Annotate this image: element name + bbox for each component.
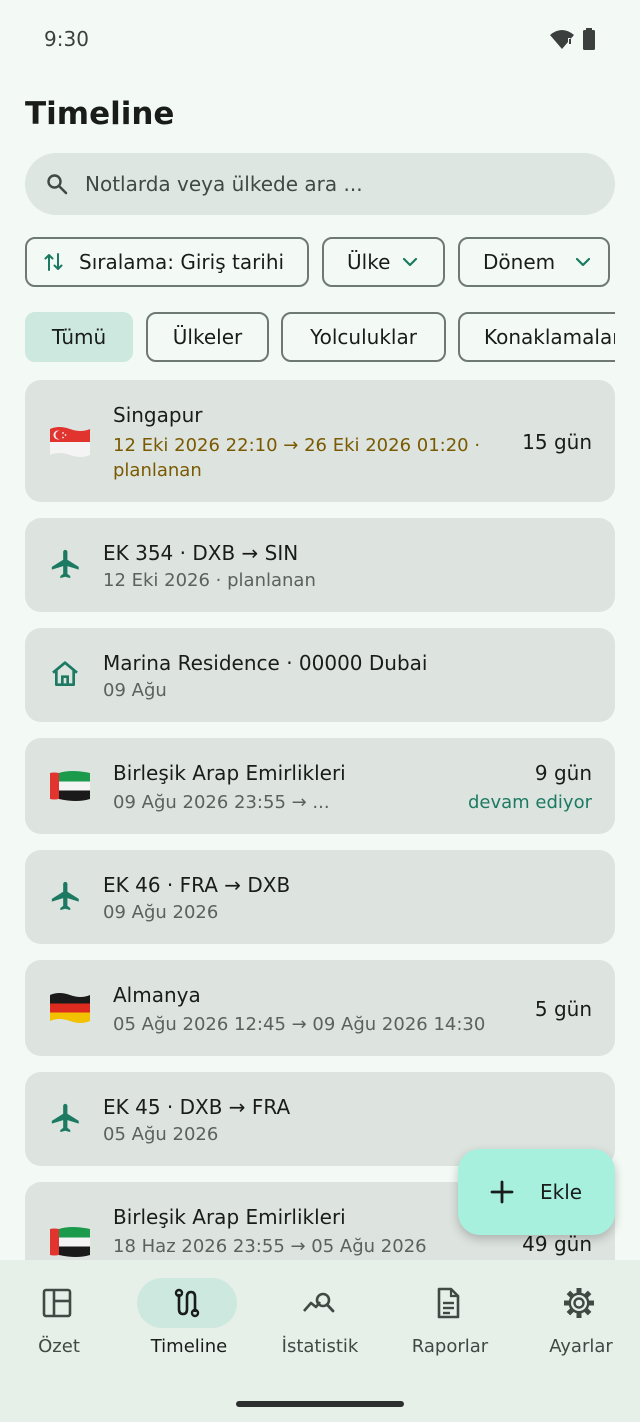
period-chip-label: Dönem (483, 250, 556, 274)
status-time: 9:30 (44, 27, 89, 51)
sort-icon (44, 253, 63, 271)
nav-label: Raporlar (411, 1336, 489, 1357)
nav-item-timeline[interactable]: Timeline (125, 1260, 253, 1370)
list-item[interactable]: Marina Residence · 00000 Dubai 09 Ağu (25, 628, 615, 722)
entry-duration: 5 gün (534, 997, 592, 1021)
entry-date: 09 Ağu 2026 (103, 902, 219, 923)
entry-date: 12 Eki 2026 · planlanan (103, 570, 316, 591)
search-bar[interactable]: Notlarda veya ülkede ara ... (25, 153, 615, 215)
list-item[interactable]: Birleşik Arap Emirlikleri 09 Ağu 2026 23… (25, 738, 615, 834)
entry-status-badge: devam ediyor (467, 792, 592, 813)
airplane-icon (51, 549, 79, 579)
list-item[interactable]: Almanya 05 Ağu 2026 12:45 → 09 Ağu 2026 … (25, 960, 615, 1056)
entry-date: 05 Ağu 2026 (103, 1124, 219, 1145)
tab-label: Yolculuklar (310, 325, 417, 349)
chevron-down-icon (403, 257, 418, 267)
nav-item-reports[interactable]: Raporlar (386, 1260, 514, 1370)
tab-stays[interactable]: Konaklamalar (458, 312, 615, 362)
statistics-icon (303, 1292, 335, 1313)
gesture-handle[interactable] (236, 1401, 404, 1407)
chevron-down-icon (576, 257, 591, 267)
entry-title: Birleşik Arap Emirlikleri (113, 1205, 346, 1229)
battery-icon (583, 28, 595, 50)
wifi-icon (550, 30, 574, 49)
settings-icon (564, 1288, 594, 1318)
entry-dates: 09 Ağu 2026 23:55 → ... (113, 792, 330, 813)
filter-tabs: Tümü Ülkeler Yolculuklar Konaklamalar (0, 300, 615, 370)
country-chip-label: Ülke (347, 250, 391, 274)
uae-flag-icon (50, 1227, 90, 1257)
entry-title: Marina Residence · 00000 Dubai (103, 651, 428, 675)
entry-dates: 05 Ağu 2026 12:45 → 09 Ağu 2026 14:30 (113, 1014, 486, 1035)
uae-flag-icon (50, 771, 90, 801)
tab-trips[interactable]: Yolculuklar (281, 312, 446, 362)
entry-status: planlanan (113, 460, 202, 481)
tab-label: Ülkeler (172, 325, 243, 349)
nav-label: Ayarlar (549, 1336, 613, 1357)
list-item[interactable]: EK 46 · FRA → DXB 09 Ağu 2026 (25, 850, 615, 944)
list-item[interactable]: EK 354 · DXB → SIN 12 Eki 2026 · planlan… (25, 518, 615, 612)
sort-chip-label: Sıralama: Giriş tarihi (79, 250, 285, 274)
nav-label: Timeline (150, 1336, 228, 1357)
bottom-navigation: Özet Timeline İstatistik Raporlar Ayarla… (0, 1260, 640, 1422)
list-item[interactable]: Singapur 12 Eki 2026 22:10 → 26 Eki 2026… (25, 380, 615, 502)
entry-title: EK 46 · FRA → DXB (103, 873, 291, 897)
entry-duration: 9 gün (534, 761, 592, 785)
airplane-icon (51, 1103, 79, 1133)
reports-icon (437, 1287, 460, 1319)
nav-label: Özet (38, 1336, 80, 1357)
timeline-list: Singapur 12 Eki 2026 22:10 → 26 Eki 2026… (0, 378, 640, 1260)
germany-flag-icon (50, 993, 90, 1023)
nav-label: İstatistik (281, 1336, 359, 1357)
entry-duration: 49 gün (522, 1232, 592, 1256)
tab-label: Tümü (51, 325, 107, 349)
entry-title: Singapur (113, 403, 203, 427)
entry-date: 09 Ağu (103, 680, 167, 701)
nav-item-settings[interactable]: Ayarlar (517, 1260, 640, 1370)
entry-dates: 18 Haz 2026 23:55 → 05 Ağu 2026 (113, 1236, 427, 1257)
tab-all[interactable]: Tümü (25, 312, 133, 362)
entry-title: Birleşik Arap Emirlikleri (113, 761, 346, 785)
tab-countries[interactable]: Ülkeler (146, 312, 269, 362)
tab-label: Konaklamalar (484, 325, 615, 349)
airplane-icon (51, 881, 79, 911)
entry-title: EK 354 · DXB → SIN (103, 541, 299, 565)
page-title: Timeline (25, 96, 175, 132)
entry-dates: 12 Eki 2026 22:10 → 26 Eki 2026 01:20 · (113, 435, 481, 456)
dashboard-icon (42, 1288, 72, 1318)
add-button-label: Ekle (540, 1180, 583, 1204)
home-icon (52, 661, 78, 686)
nav-item-statistics[interactable]: İstatistik (256, 1260, 384, 1370)
status-bar: 9:30 (0, 0, 640, 78)
singapore-flag-icon (50, 427, 90, 457)
nav-item-summary[interactable]: Özet (0, 1260, 123, 1370)
entry-title: EK 45 · DXB → FRA (103, 1095, 291, 1119)
period-filter-chip[interactable]: Dönem (458, 237, 610, 287)
country-filter-chip[interactable]: Ülke (322, 237, 445, 287)
entry-title: Almanya (113, 983, 201, 1007)
entry-duration: 15 gün (522, 430, 592, 454)
plus-icon (490, 1180, 514, 1204)
search-icon (47, 174, 68, 195)
timeline-icon (174, 1288, 200, 1318)
add-entry-button[interactable]: Ekle (458, 1149, 615, 1235)
sort-chip[interactable]: Sıralama: Giriş tarihi (25, 237, 309, 287)
search-input[interactable]: Notlarda veya ülkede ara ... (85, 172, 363, 196)
